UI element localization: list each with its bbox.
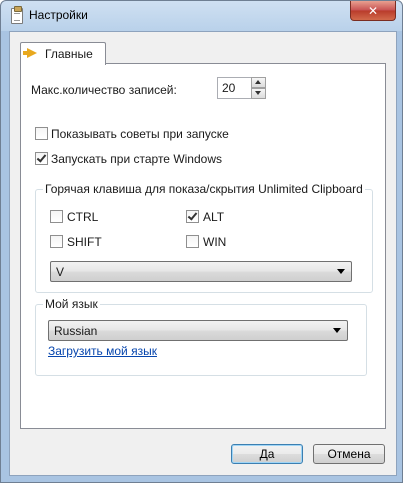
hotkey-key-select[interactable]: V xyxy=(50,261,352,282)
language-group-title: Мой язык xyxy=(43,297,100,311)
shift-checkbox[interactable] xyxy=(50,235,63,248)
chevron-down-icon xyxy=(337,269,345,274)
hotkey-group: Горячая клавиша для показа/скрытия Unlim… xyxy=(35,182,373,293)
window-title: Настройки xyxy=(29,8,88,22)
win-checkbox[interactable] xyxy=(186,235,199,248)
shift-label: SHIFT xyxy=(67,235,102,249)
clipboard-icon xyxy=(11,6,23,24)
alt-checkbox[interactable] xyxy=(186,210,199,223)
alt-label: ALT xyxy=(203,210,225,224)
ok-button[interactable]: Да xyxy=(231,444,303,464)
language-group: Мой язык Russian Загрузить мой язык xyxy=(35,297,367,376)
language-value: Russian xyxy=(54,324,98,338)
title-bar[interactable]: Настройки ✕ xyxy=(1,1,402,31)
cancel-button[interactable]: Отмена xyxy=(313,444,385,464)
spin-down-button[interactable] xyxy=(251,88,266,99)
max-records-spinner: 20 xyxy=(217,77,267,99)
show-tips-checkbox[interactable] xyxy=(35,127,48,140)
hotkey-group-title: Горячая клавиша для показа/скрытия Unlim… xyxy=(43,182,365,196)
max-records-label: Макс.количество записей: xyxy=(31,83,177,97)
spin-up-button[interactable] xyxy=(251,77,266,88)
close-button[interactable]: ✕ xyxy=(350,1,396,21)
hotkey-key-value: V xyxy=(56,265,65,279)
ctrl-checkbox[interactable] xyxy=(50,210,63,223)
dialog-client-area: Главные Макс.количество записей: 20 Пока… xyxy=(9,31,397,476)
tab-general-label: Главные xyxy=(45,47,93,61)
run-at-startup-label: Запускать при старте Windows xyxy=(51,152,222,166)
run-at-startup-checkbox[interactable] xyxy=(35,152,48,165)
load-language-link[interactable]: Загрузить мой язык xyxy=(48,344,157,358)
win-label: WIN xyxy=(203,235,227,249)
arrow-right-icon xyxy=(23,48,37,58)
tab-general[interactable]: Главные xyxy=(20,42,106,65)
ctrl-label: CTRL xyxy=(67,210,99,224)
chevron-down-icon xyxy=(333,328,341,333)
settings-window: Настройки ✕ Главные Макс.количество запи… xyxy=(0,0,403,483)
show-tips-label: Показывать советы при запуске xyxy=(51,127,229,141)
tab-panel-general: Макс.количество записей: 20 Показывать с… xyxy=(20,63,386,429)
language-select[interactable]: Russian xyxy=(48,320,348,341)
